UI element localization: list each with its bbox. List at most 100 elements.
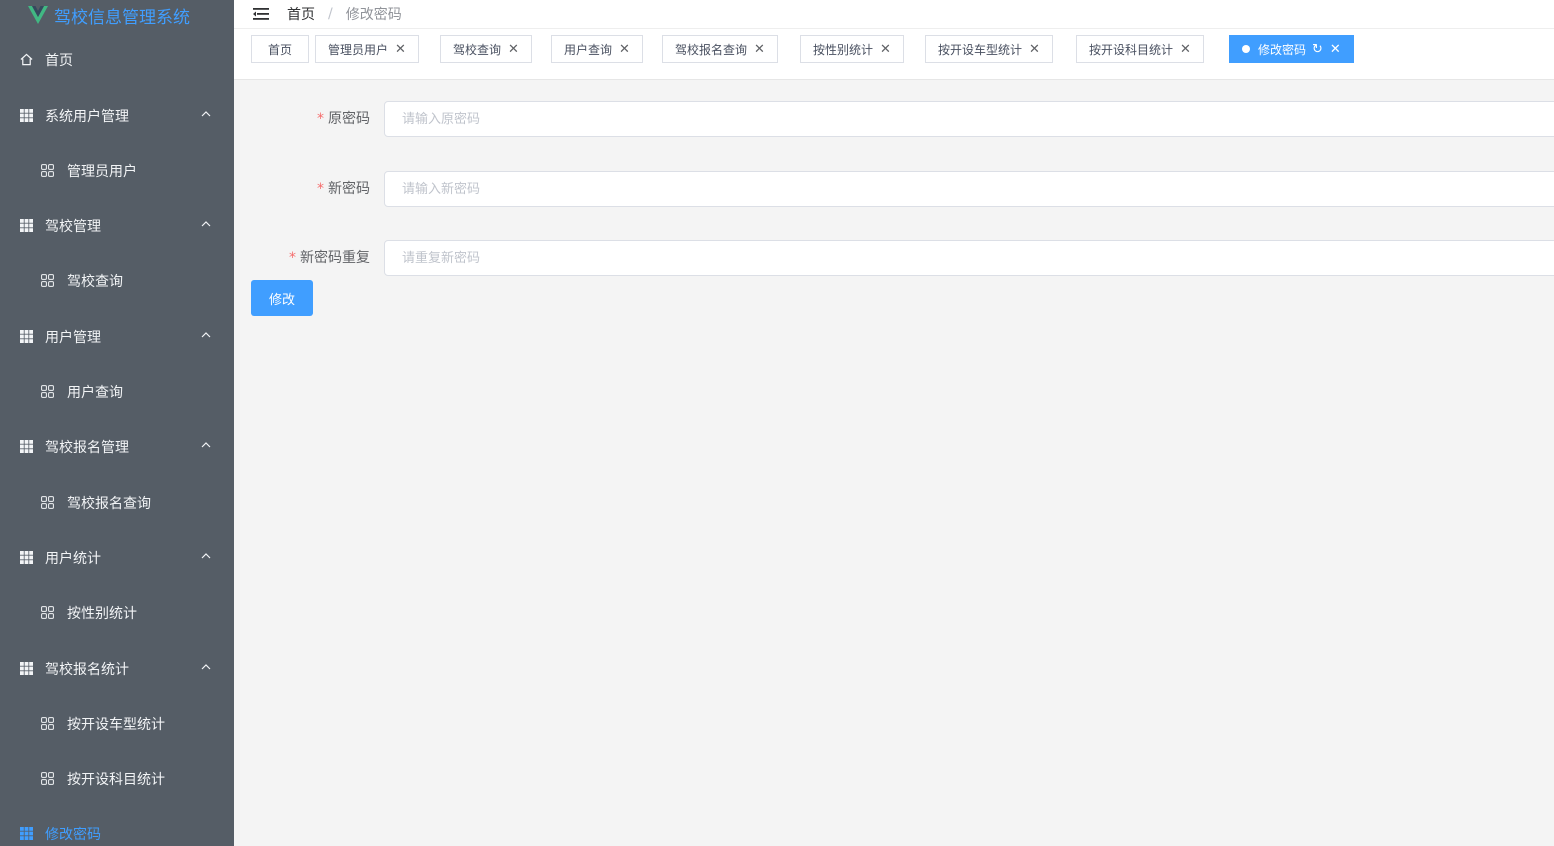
apps-icon xyxy=(41,606,54,619)
tag-school-query[interactable]: 驾校查询 ✕ xyxy=(440,35,532,63)
refresh-icon[interactable]: ↻ xyxy=(1312,42,1323,57)
app-logo[interactable]: 驾校信息管理系统 xyxy=(0,0,234,30)
tag-user-query[interactable]: 用户查询 ✕ xyxy=(551,35,643,63)
breadcrumb-home[interactable]: 首页 xyxy=(287,4,315,24)
new-password-input[interactable] xyxy=(384,171,1554,207)
chevron-up-icon xyxy=(201,220,211,226)
repeat-password-input[interactable] xyxy=(384,240,1554,276)
close-icon[interactable]: ✕ xyxy=(1180,42,1191,57)
sidebar-item-enrollment-management[interactable]: 驾校报名管理 xyxy=(0,419,234,474)
sidebar-item-subject-statistics[interactable]: 按开设科目统计 xyxy=(0,751,234,806)
tag-label: 驾校报名查询 xyxy=(675,42,748,57)
sidebar-item-label: 修改密码 xyxy=(45,826,101,843)
sidebar-item-gender-statistics[interactable]: 按性别统计 xyxy=(0,585,234,640)
sidebar-item-school-query[interactable]: 驾校查询 xyxy=(0,253,234,308)
sidebar-item-label: 系统用户管理 xyxy=(45,108,129,125)
tag-label: 首页 xyxy=(267,42,292,57)
tag-label: 按开设车型统计 xyxy=(938,42,1023,57)
sidebar-item-enrollment-statistics[interactable]: 驾校报名统计 xyxy=(0,641,234,696)
apps-icon xyxy=(41,385,54,398)
sidebar-item-label: 用户查询 xyxy=(67,384,123,401)
form-row-repeat-password: * 新密码重复 xyxy=(234,240,1554,276)
close-icon[interactable]: ✕ xyxy=(508,42,519,57)
sidebar-item-vehicle-type-statistics[interactable]: 按开设车型统计 xyxy=(0,696,234,751)
sidebar-item-label: 按开设科目统计 xyxy=(67,771,165,788)
tag-vehicle-type-statistics[interactable]: 按开设车型统计 ✕ xyxy=(925,35,1053,63)
tags-view: 首页 管理员用户 ✕ 驾校查询 ✕ 用户查询 ✕ 驾校报名查询 ✕ 按性别统计 … xyxy=(234,28,1554,80)
tag-gender-statistics[interactable]: 按性别统计 ✕ xyxy=(800,35,904,63)
tag-label: 按开设科目统计 xyxy=(1089,42,1174,57)
close-icon[interactable]: ✕ xyxy=(1330,42,1341,57)
old-password-input[interactable] xyxy=(384,101,1554,137)
grid-icon xyxy=(20,440,33,453)
form-row-new-password: * 新密码 xyxy=(234,171,1554,207)
sidebar-item-enrollment-query[interactable]: 驾校报名查询 xyxy=(0,475,234,530)
grid-icon xyxy=(20,219,33,232)
close-icon[interactable]: ✕ xyxy=(619,42,630,57)
repeat-password-label: * 新密码重复 xyxy=(289,250,370,266)
form-row-old-password: * 原密码 xyxy=(234,101,1554,137)
apps-icon xyxy=(41,772,54,785)
app-title: 驾校信息管理系统 xyxy=(54,7,190,28)
chevron-up-icon xyxy=(201,552,211,558)
grid-icon xyxy=(20,551,33,564)
close-icon[interactable]: ✕ xyxy=(880,42,891,57)
tag-home[interactable]: 首页 xyxy=(251,35,309,63)
chevron-up-icon xyxy=(201,441,211,447)
sidebar-item-label: 按性别统计 xyxy=(67,605,137,622)
breadcrumb-separator: / xyxy=(328,6,333,22)
breadcrumb-current: 修改密码 xyxy=(345,7,402,23)
apps-icon xyxy=(41,164,54,177)
sidebar-item-school-management[interactable]: 驾校管理 xyxy=(0,198,234,253)
tag-label: 修改密码 xyxy=(1258,42,1307,57)
grid-icon xyxy=(20,662,33,675)
sidebar-item-label: 驾校管理 xyxy=(45,218,101,235)
chevron-up-icon xyxy=(201,663,211,669)
tag-change-password[interactable]: 修改密码 ↻ ✕ xyxy=(1229,35,1354,63)
chevron-up-icon xyxy=(201,331,211,337)
chevron-up-icon xyxy=(201,110,211,116)
close-icon[interactable]: ✕ xyxy=(1029,42,1040,57)
submit-button[interactable]: 修改 xyxy=(251,280,313,316)
grid-icon xyxy=(20,827,33,840)
sidebar-item-admin-users[interactable]: 管理员用户 xyxy=(0,143,234,198)
required-mark: * xyxy=(317,181,324,197)
apps-icon xyxy=(41,496,54,509)
tag-enrollment-query[interactable]: 驾校报名查询 ✕ xyxy=(662,35,778,63)
sidebar-item-label: 用户管理 xyxy=(45,329,101,346)
sidebar-item-change-password[interactable]: 修改密码 xyxy=(0,806,234,846)
active-dot-icon xyxy=(1242,45,1250,53)
tag-admin-users[interactable]: 管理员用户 ✕ xyxy=(315,35,419,63)
sidebar: 驾校信息管理系统 首页 系统用户管理 管理员用户 驾校管理 驾校查询 用户管理 … xyxy=(0,0,234,846)
required-mark: * xyxy=(317,111,324,127)
apps-icon xyxy=(41,274,54,287)
sidebar-item-label: 驾校查询 xyxy=(67,273,123,290)
sidebar-item-user-management[interactable]: 用户管理 xyxy=(0,309,234,364)
sidebar-item-home[interactable]: 首页 xyxy=(0,32,234,87)
sidebar-item-label: 用户统计 xyxy=(45,550,101,567)
tag-label: 用户查询 xyxy=(564,42,613,57)
sidebar-item-label: 按开设车型统计 xyxy=(67,716,165,733)
tag-label: 按性别统计 xyxy=(813,42,874,57)
sidebar-item-label: 驾校报名统计 xyxy=(45,661,129,678)
sidebar-item-user-statistics[interactable]: 用户统计 xyxy=(0,530,234,585)
main-area: 首页 / 修改密码 首页 管理员用户 ✕ 驾校查询 ✕ 用户查询 ✕ 驾校报名查… xyxy=(234,0,1554,846)
sidebar-item-label: 管理员用户 xyxy=(67,163,137,180)
sidebar-item-system-users[interactable]: 系统用户管理 xyxy=(0,88,234,143)
navbar: 首页 / 修改密码 xyxy=(234,0,1554,28)
tag-subject-statistics[interactable]: 按开设科目统计 ✕ xyxy=(1076,35,1204,63)
tag-label: 驾校查询 xyxy=(453,42,502,57)
close-icon[interactable]: ✕ xyxy=(395,42,406,57)
new-password-label: * 新密码 xyxy=(317,181,370,197)
home-icon xyxy=(20,53,33,66)
required-mark: * xyxy=(289,250,296,266)
sidebar-item-label: 首页 xyxy=(45,52,73,69)
close-icon[interactable]: ✕ xyxy=(754,42,765,57)
old-password-label: * 原密码 xyxy=(317,111,370,127)
vue-logo-icon xyxy=(28,6,48,24)
apps-icon xyxy=(41,717,54,730)
hamburger-icon[interactable] xyxy=(253,7,269,21)
sidebar-item-user-query[interactable]: 用户查询 xyxy=(0,364,234,419)
sidebar-item-label: 驾校报名管理 xyxy=(45,439,129,456)
breadcrumb: 首页 / 修改密码 xyxy=(287,4,402,24)
